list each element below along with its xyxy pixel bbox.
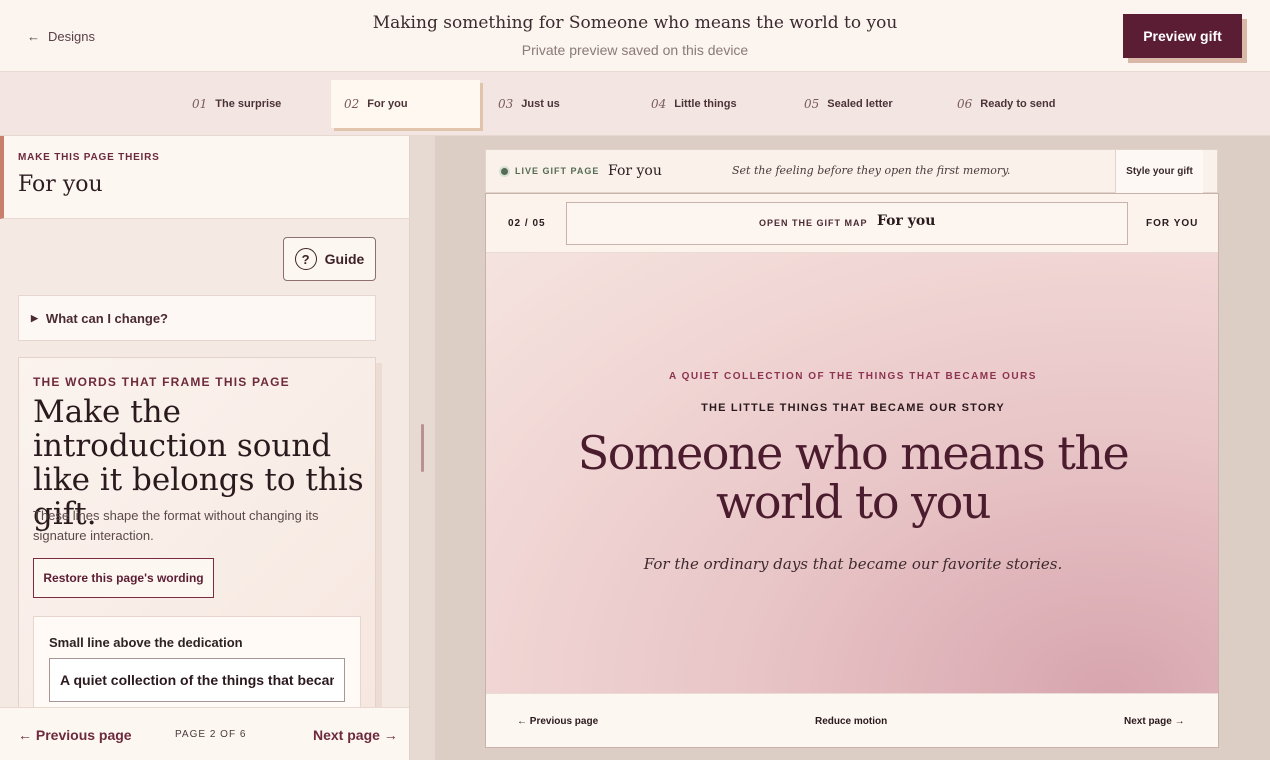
dedication-line-input[interactable] xyxy=(49,658,345,702)
reduce-motion-toggle[interactable]: Reduce motion xyxy=(815,716,887,727)
gift-next-page-button[interactable]: Next page → xyxy=(1124,716,1185,727)
live-page-hint: Set the feeling before they open the fir… xyxy=(732,164,1011,177)
step-label: Little things xyxy=(674,98,737,110)
gift-top-bar: 02 / 05 OPEN THE GIFT MAP For you FOR YO… xyxy=(486,194,1218,253)
step-number: 06 xyxy=(957,97,973,111)
editor-header: MAKE THIS PAGE THEIRS For you xyxy=(0,136,409,219)
gift-footer: ← Previous page Reduce motion Next page … xyxy=(486,693,1218,747)
gift-eyebrow: A QUIET COLLECTION OF THE THINGS THAT BE… xyxy=(669,371,1037,382)
details-label: What can I change? xyxy=(45,310,168,326)
step-label: Just us xyxy=(521,98,560,110)
guide-button[interactable]: ? Guide xyxy=(283,237,376,281)
page-counter: PAGE 2 OF 6 xyxy=(175,729,247,740)
live-page-title: For you xyxy=(608,163,662,179)
step-label: For you xyxy=(367,98,408,110)
step-number: 05 xyxy=(804,97,820,111)
guide-label: Guide xyxy=(324,251,365,267)
step-label: Ready to send xyxy=(980,98,1056,110)
gift-hero: A QUIET COLLECTION OF THE THINGS THAT BE… xyxy=(486,253,1218,693)
editor-panel: MAKE THIS PAGE THEIRS For you ? Guide ▶ … xyxy=(0,136,410,760)
live-tag: LIVE GIFT PAGE xyxy=(515,166,600,176)
next-page-button[interactable]: Next page → xyxy=(313,727,398,743)
wording-card: THE WORDS THAT FRAME THIS PAGE Make the … xyxy=(18,357,376,760)
live-indicator-icon xyxy=(501,168,508,175)
restore-wording-button[interactable]: Restore this page's wording xyxy=(33,558,214,598)
step-number: 01 xyxy=(192,97,208,111)
step-label: Sealed letter xyxy=(827,98,893,110)
gift-section-label: FOR YOU xyxy=(1146,218,1199,229)
step-sealed-letter[interactable]: 05 Sealed letter xyxy=(804,80,893,128)
preview-gift-button[interactable]: Preview gift xyxy=(1123,14,1242,58)
card-eyebrow: THE WORDS THAT FRAME THIS PAGE xyxy=(33,375,290,389)
card-description: These lines shape the format without cha… xyxy=(33,508,319,543)
step-the-surprise[interactable]: 01 The surprise xyxy=(192,80,281,128)
step-label: The surprise xyxy=(215,98,282,110)
field-label: Small line above the dedication xyxy=(49,635,243,650)
step-little-things[interactable]: 04 Little things xyxy=(651,80,737,128)
editor-footer: ← Previous page PAGE 2 OF 6 Next page → xyxy=(0,707,409,760)
step-for-you[interactable]: 02 For you xyxy=(331,80,480,128)
gift-heading: Someone who means the world to you xyxy=(577,426,1130,529)
page-title: Making something for Someone who means t… xyxy=(372,13,898,33)
live-gift-bar: LIVE GIFT PAGE For you Set the feeling b… xyxy=(485,149,1218,193)
gift-subheading: THE LITTLE THINGS THAT BECAME OUR STORY xyxy=(701,402,1005,414)
what-can-i-change-toggle[interactable]: ▶ What can I change? xyxy=(18,295,376,341)
open-gift-map-button[interactable]: OPEN THE GIFT MAP For you xyxy=(566,202,1128,245)
top-bar: ← Designs Making something for Someone w… xyxy=(0,0,1270,72)
gift-previous-page-button[interactable]: ← Previous page xyxy=(517,716,598,727)
step-just-us[interactable]: 03 Just us xyxy=(498,80,560,128)
style-your-gift-button[interactable]: Style your gift xyxy=(1115,150,1203,193)
gift-page-counter: 02 / 05 xyxy=(508,218,546,229)
step-ready-to-send[interactable]: 06 Ready to send xyxy=(957,80,1055,128)
step-number: 03 xyxy=(498,97,514,111)
gift-map-label: OPEN THE GIFT MAP xyxy=(759,218,868,228)
editor-eyebrow: MAKE THIS PAGE THEIRS xyxy=(18,152,160,163)
page-subtitle: Private preview saved on this device xyxy=(521,42,749,58)
step-number: 04 xyxy=(651,97,667,111)
previous-page-button[interactable]: ← Previous page xyxy=(18,727,132,743)
gift-tagline: For the ordinary days that became our fa… xyxy=(643,555,1063,573)
editor-title: For you xyxy=(18,172,103,197)
gift-preview-frame: 02 / 05 OPEN THE GIFT MAP For you FOR YO… xyxy=(485,193,1219,748)
disclosure-triangle-icon: ▶ xyxy=(31,312,38,323)
gift-map-title: For you xyxy=(877,213,936,229)
help-icon: ? xyxy=(294,248,317,270)
resize-handle[interactable] xyxy=(421,424,424,472)
step-number: 02 xyxy=(344,97,360,111)
step-nav: 01 The surprise 02 For you 03 Just us 04… xyxy=(0,72,1270,136)
